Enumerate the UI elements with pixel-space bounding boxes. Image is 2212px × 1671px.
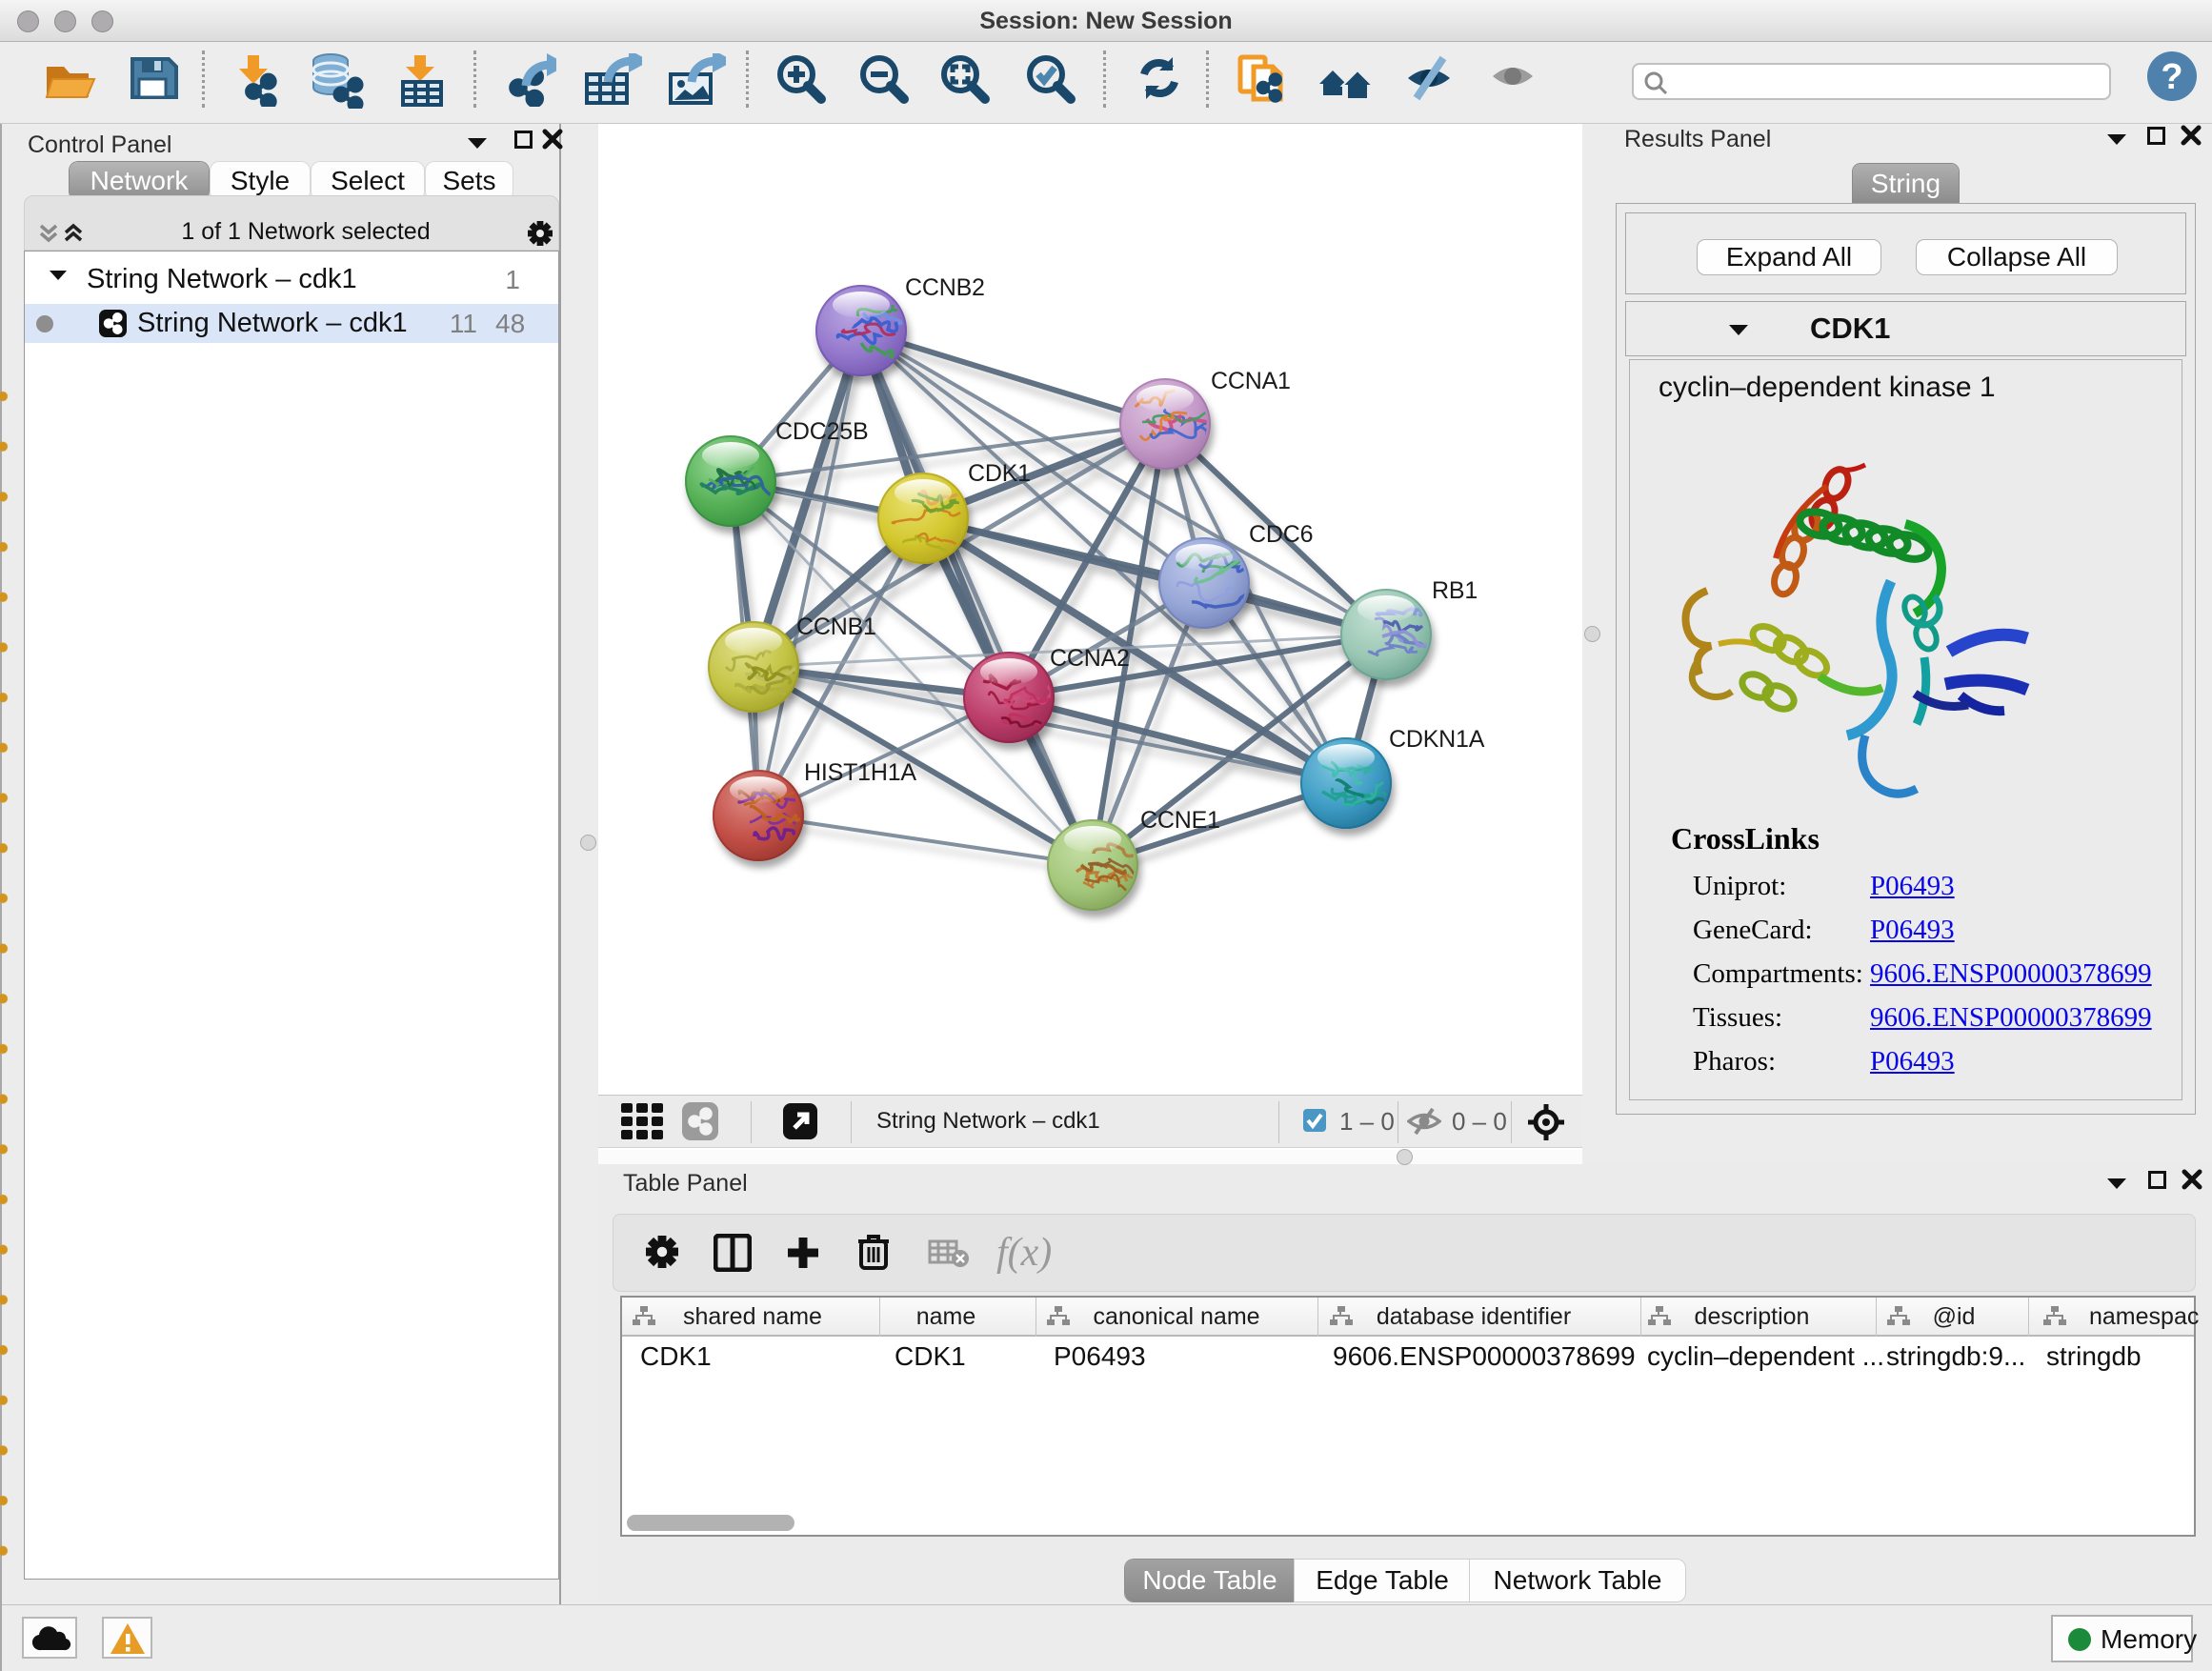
svg-text:CDK1: CDK1 bbox=[968, 460, 1031, 487]
svg-text:CCNE1: CCNE1 bbox=[1140, 807, 1220, 834]
svg-text:CCNB2: CCNB2 bbox=[905, 274, 985, 301]
svg-text:CDC6: CDC6 bbox=[1249, 521, 1313, 548]
svg-text:RB1: RB1 bbox=[1432, 577, 1478, 604]
svg-text:CCNB1: CCNB1 bbox=[796, 614, 876, 640]
svg-text:?: ? bbox=[2161, 57, 2182, 97]
svg-text:HIST1H1A: HIST1H1A bbox=[804, 759, 916, 786]
svg-text:CCNA2: CCNA2 bbox=[1050, 645, 1130, 672]
svg-text:CDC25B: CDC25B bbox=[775, 418, 868, 445]
svg-text:CCNA1: CCNA1 bbox=[1211, 368, 1291, 394]
svg-text:CDKN1A: CDKN1A bbox=[1389, 726, 1485, 753]
